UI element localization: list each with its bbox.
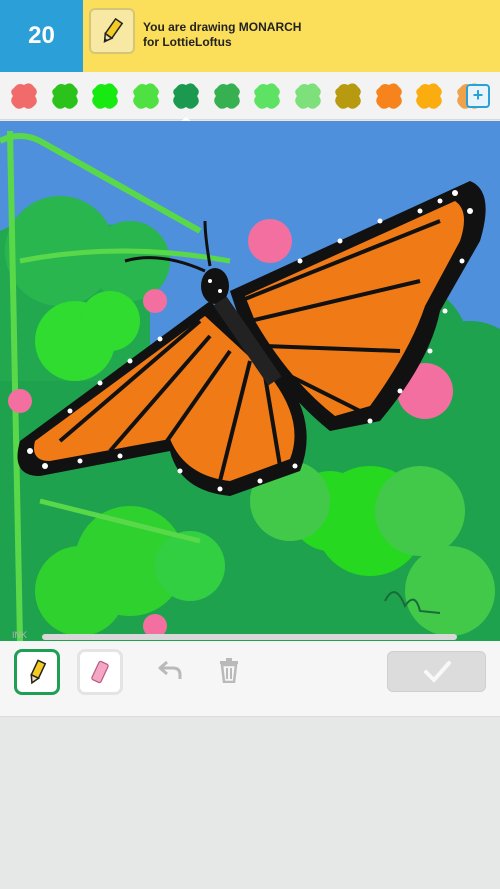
pencil-tool-button[interactable] [14,649,60,695]
color-swatch[interactable] [373,80,405,112]
submit-drawing-button[interactable] [387,651,486,692]
eraser-icon [91,660,109,684]
color-swatch[interactable] [251,80,283,112]
color-swatch[interactable] [413,80,445,112]
trash-button[interactable] [214,655,244,685]
color-swatch[interactable] [89,80,121,112]
top-bar: 20 You are drawing MONARCH for LottieLof… [0,0,500,72]
color-swatch[interactable] [8,80,40,112]
undo-button[interactable] [155,655,185,685]
prompt-word-line: You are drawing MONARCH [143,20,302,34]
trash-icon [220,658,238,683]
undo-icon [158,660,182,679]
color-swatch[interactable] [170,80,202,112]
canvas-watermark: INK [12,630,28,640]
color-swatch[interactable] [211,80,243,112]
pencil-badge-icon [89,8,135,54]
add-color-button[interactable]: + [466,84,490,108]
drawing-prompt: You are drawing MONARCH for LottieLoftus [143,20,301,50]
drawing-toolbar [0,641,500,717]
color-swatch[interactable] [292,80,324,112]
color-swatch[interactable] [49,80,81,112]
plus-icon: + [472,85,484,105]
color-swatch[interactable] [130,80,162,112]
eraser-tool-button[interactable] [77,649,123,695]
turn-counter: 20 [0,0,83,72]
turn-counter-value: 20 [28,22,55,49]
drawing-canvas[interactable] [0,121,500,641]
color-swatch[interactable] [332,80,364,112]
prompt-player-line: for LottieLoftus [143,35,232,49]
color-palette [0,72,500,120]
pencil-icon [30,659,47,685]
canvas-scrollbar[interactable] [42,634,457,640]
checkmark-icon [423,660,451,683]
